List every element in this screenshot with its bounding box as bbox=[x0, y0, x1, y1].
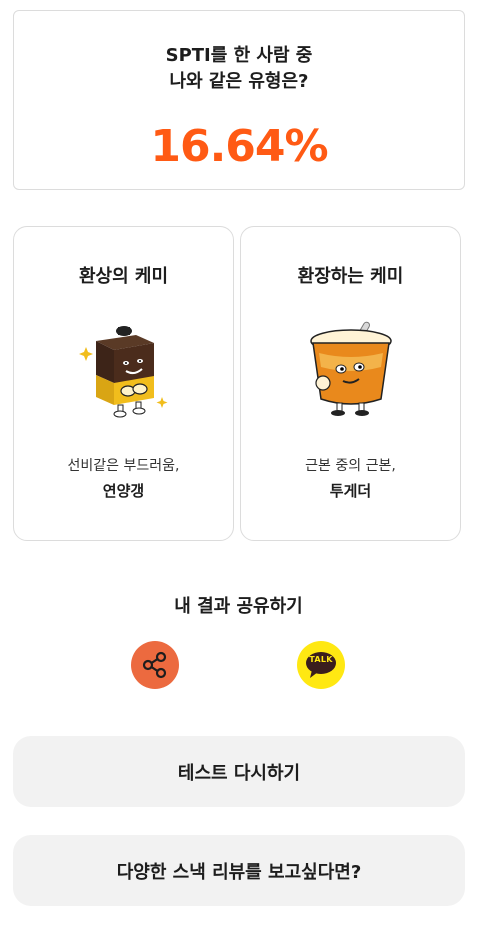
yanggaeng-character-icon bbox=[78, 326, 167, 418]
bad-chemistry-name: 투게더 bbox=[329, 482, 372, 500]
bad-chemistry-title: 환장하는 케미 bbox=[297, 266, 404, 287]
good-chemistry-desc: 선비같은 부드러움, bbox=[67, 458, 180, 474]
good-chemistry-card: 환상의 케미 선비같은 부드러움, 연양갱 bbox=[13, 226, 234, 541]
kakao-talk-label: TALK bbox=[309, 655, 333, 664]
good-chemistry-title: 환상의 케미 bbox=[78, 266, 169, 287]
bad-chemistry-desc: 근본 중의 근본, bbox=[305, 458, 396, 474]
share-link-button[interactable] bbox=[131, 641, 179, 689]
stat-percent: 16.64% bbox=[150, 121, 328, 172]
ice-cream-cup-character-icon bbox=[309, 321, 392, 416]
share-kakao-button[interactable]: TALK bbox=[297, 641, 345, 689]
good-chemistry-name: 연양갱 bbox=[102, 482, 145, 500]
retry-test-button[interactable]: 테스트 다시하기 bbox=[13, 736, 465, 807]
share-icon bbox=[142, 651, 167, 679]
share-title: 내 결과 공유하기 bbox=[174, 596, 303, 617]
stat-question: SPTI를 한 사람 중 나와 같은 유형은? bbox=[14, 43, 464, 95]
stat-question-line2: 나와 같은 유형은? bbox=[169, 71, 309, 92]
bad-chemistry-card: 환장하는 케미 근본 중의 근본, 투게더 bbox=[240, 226, 461, 541]
stat-question-line1: SPTI를 한 사람 중 bbox=[165, 45, 313, 66]
result-stat-card: SPTI를 한 사람 중 나와 같은 유형은? 16.64% bbox=[13, 10, 465, 190]
snack-review-button[interactable]: 다양한 스낵 리뷰를 보고싶다면? bbox=[13, 835, 465, 906]
